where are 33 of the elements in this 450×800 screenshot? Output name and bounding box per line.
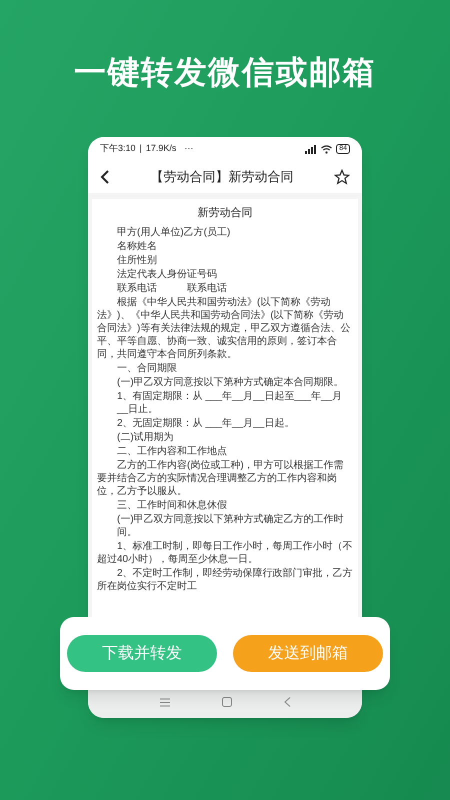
document-line: (一)甲乙双方同意按以下第种方式确定乙方的工作时间。 <box>116 513 345 539</box>
action-button[interactable]: 下载并转发 <box>67 635 217 672</box>
headline: 一键转发微信或邮箱 <box>74 53 376 92</box>
document-line: 二、工作内容和工作地点 <box>116 445 228 458</box>
document-line: 三、工作时间和休息休假 <box>116 499 228 512</box>
document-line: 联系电话 联系电话 <box>116 282 228 295</box>
document-paragraph: 乙方的工作内容(岗位或工种)，甲方可以根据工作需要并结合乙方的实际情况合理调整乙方的工作内容和岗位，乙方予以服从。 <box>97 459 345 498</box>
document-paragraph: 2、不定时工作制，即经劳动保障行政部门审批，乙方所在岗位实行不定时工 <box>97 567 353 593</box>
document-header-title: 【劳动合同】新劳动合同 <box>150 168 294 186</box>
document-line: 1、有固定期限：从 ___年__月__日起至___年__月__日止。 <box>116 390 344 416</box>
home-icon[interactable] <box>222 697 232 707</box>
document-line: (一)甲乙双方同意按以下第种方式确定本合同期限。 <box>116 376 345 389</box>
document-line: 住所性别 <box>116 254 158 267</box>
star-icon[interactable] <box>334 169 350 185</box>
document-line: 一、合同期限 <box>116 362 178 375</box>
status-more: ··· <box>184 142 194 156</box>
menu-icon[interactable] <box>160 698 170 706</box>
back-icon[interactable] <box>100 170 110 184</box>
action-button[interactable]: 发送到邮箱 <box>233 635 383 672</box>
document-paragraph: 1、标准工时制，即每日工作小时，每周工作小时（不超过40小时），每周至少休息一日。 <box>97 540 353 566</box>
status-speed: 17.9K/s <box>146 142 176 156</box>
back-nav-icon[interactable] <box>284 697 290 707</box>
wifi-icon <box>321 144 332 154</box>
document-line: 法定代表人身份证号码 <box>116 268 218 281</box>
signal-icon <box>305 144 318 154</box>
document-line: (二)试用期为 <box>116 431 175 444</box>
status-time: 下午3:10 <box>100 142 136 156</box>
document-title: 新劳动合同 <box>196 206 254 221</box>
status-separator: | <box>140 142 142 156</box>
document-line: 名称姓名 <box>116 240 158 253</box>
document-paragraph: 根据《中华人民共和国劳动法》(以下简称《劳动法》)、《中华人民共和国劳动合同法》(以下简称《劳动合同法》)等有关法律法规的规定，甲乙双方遵循合法、公平、平等自愿、协商一致、诚实信用的原则，签订本合同，共同遵守本合同所列条款。 <box>97 296 352 361</box>
document-line: 2、无固定期限：从 ___年__月__日起。 <box>116 417 296 430</box>
document-line: 甲方(用人单位)乙方(员工) <box>116 226 232 239</box>
